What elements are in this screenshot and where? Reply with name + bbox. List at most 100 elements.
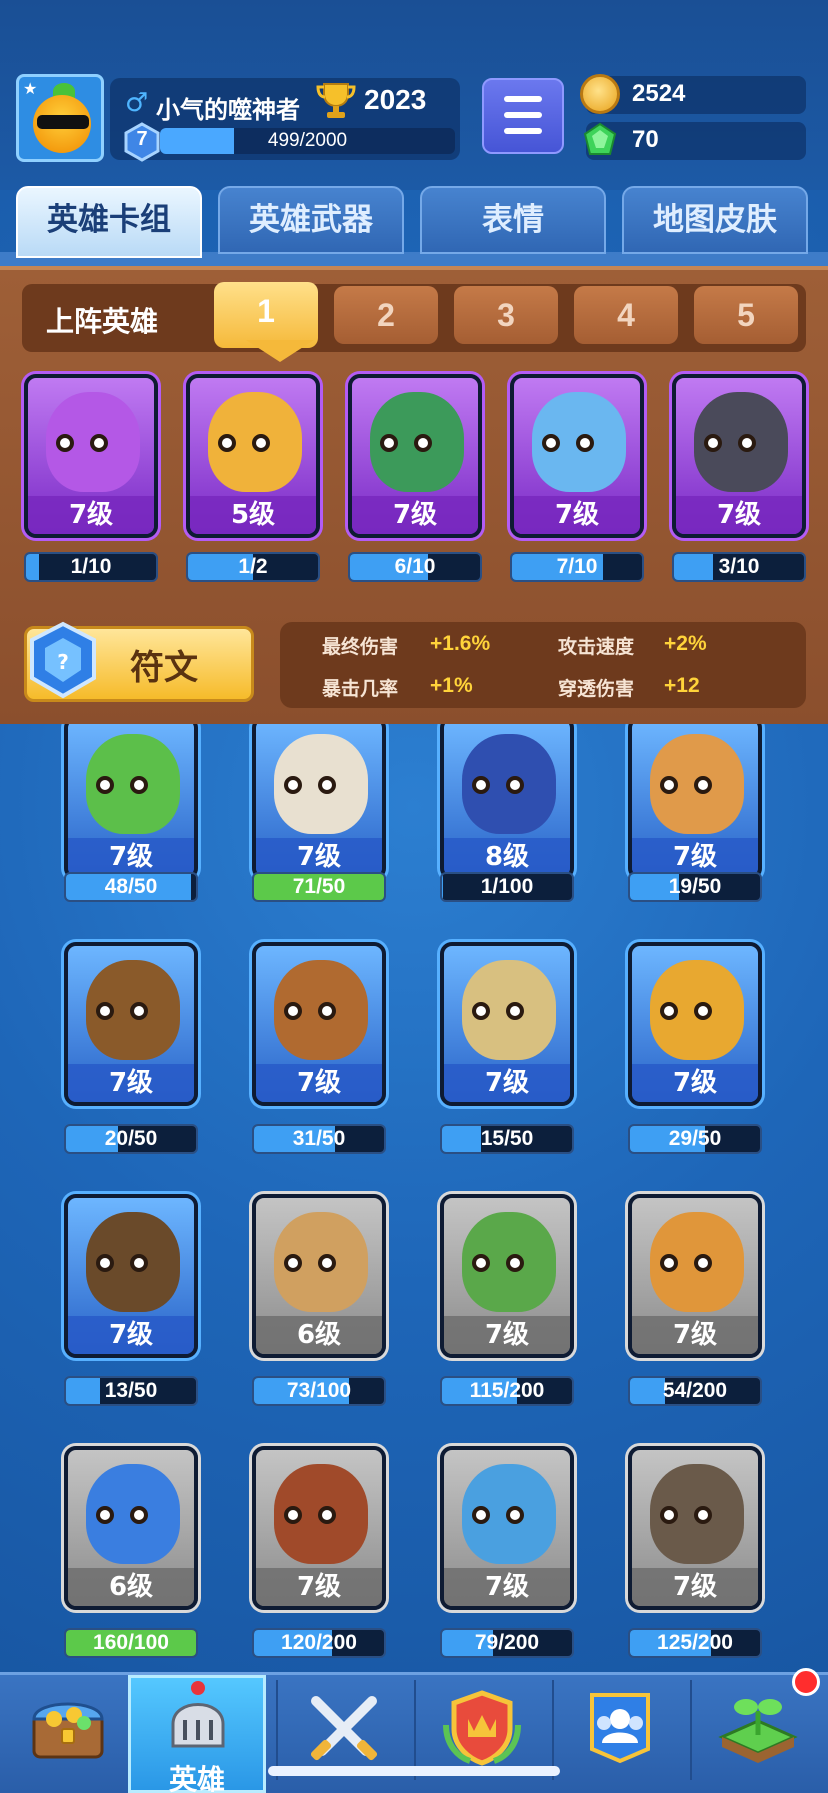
hero-eye xyxy=(90,434,108,452)
progress-text: 15/50 xyxy=(480,1127,534,1150)
hero-eye xyxy=(318,1254,336,1272)
hero-level: 8级 xyxy=(444,838,570,876)
notification-dot xyxy=(792,1668,820,1696)
tab-hero-deck[interactable]: 英雄卡组 xyxy=(16,186,202,258)
hero-card-progress: 29/50 xyxy=(628,1124,762,1154)
menu-line xyxy=(504,128,542,134)
hero-eye xyxy=(284,776,302,794)
hero-eye xyxy=(96,1254,114,1272)
hero-card[interactable]: 7级 xyxy=(348,374,482,538)
hero-eye xyxy=(252,434,270,452)
hero-card[interactable]: 7级 xyxy=(510,374,644,538)
hero-level: 7级 xyxy=(514,496,640,534)
hero-eye xyxy=(660,1254,678,1272)
hero-card[interactable]: 7级 xyxy=(440,1194,574,1358)
hero-eye xyxy=(96,1506,114,1524)
progress-text: 120/200 xyxy=(281,1631,357,1654)
hero-card-progress: 13/50 xyxy=(64,1376,198,1406)
progress-text: 6/10 xyxy=(394,555,436,578)
hero-card[interactable]: 7级 xyxy=(64,716,198,880)
xp-text: 499/2000 xyxy=(267,130,348,151)
hero-card-progress: 7/10 xyxy=(510,552,644,582)
hero-eye xyxy=(694,776,712,794)
hero-level: 7级 xyxy=(256,1568,382,1606)
hero-card-progress: 160/100 xyxy=(64,1628,198,1658)
hero-level: 7级 xyxy=(444,1316,570,1354)
lineup-slot-1[interactable]: 1 xyxy=(214,282,318,348)
trophy-icon xyxy=(316,83,356,118)
hero-level: 7级 xyxy=(444,1064,570,1102)
male-gender-icon: ♂ xyxy=(125,88,149,118)
lineup-slot-3[interactable]: 3 xyxy=(454,286,558,344)
friends-banner-icon xyxy=(590,1693,650,1764)
hero-card-progress: 73/100 xyxy=(252,1376,386,1406)
hero-card[interactable]: 7级 xyxy=(628,942,762,1106)
hero-card-progress: 1/100 xyxy=(440,872,574,902)
menu-line xyxy=(504,112,542,118)
hero-card[interactable]: 7级 xyxy=(252,1446,386,1610)
hero-card[interactable]: 7级 xyxy=(64,942,198,1106)
progress-text: 160/100 xyxy=(93,1631,169,1654)
hero-card[interactable]: 7级 xyxy=(252,942,386,1106)
hero-card[interactable]: 7级 xyxy=(24,374,158,538)
progress-text: 73/100 xyxy=(286,1379,352,1402)
stat-label: 最终伤害 xyxy=(322,636,399,658)
hero-card[interactable]: 6级 xyxy=(64,1446,198,1610)
hero-card[interactable]: 7级 xyxy=(252,716,386,880)
nav-heroes-label: 英雄 xyxy=(168,1763,225,1793)
player-level: 7 xyxy=(136,128,148,150)
gem-amount: 70 xyxy=(632,126,659,153)
progress-text: 48/50 xyxy=(104,875,158,898)
hero-card[interactable]: 7级 xyxy=(628,1446,762,1610)
hero-eye xyxy=(318,1506,336,1524)
trophy-count: 2023 xyxy=(364,84,427,115)
hero-card[interactable]: 7级 xyxy=(628,716,762,880)
progress-text: 54/200 xyxy=(662,1379,728,1402)
lineup-slot-2[interactable]: 2 xyxy=(334,286,438,344)
hero-card[interactable]: 8级 xyxy=(440,716,574,880)
hero-eye xyxy=(472,776,490,794)
green-gem-icon xyxy=(583,122,617,155)
tab-emotes[interactable]: 表情 xyxy=(420,186,606,254)
hero-eye xyxy=(318,776,336,794)
hero-level: 7级 xyxy=(256,838,382,876)
progress-text: 1/100 xyxy=(480,875,534,898)
hero-level: 7级 xyxy=(632,838,758,876)
nav-heroes[interactable]: 英雄 xyxy=(128,1675,266,1793)
progress-text: 13/50 xyxy=(104,1379,158,1402)
nav-friends[interactable] xyxy=(552,1675,690,1793)
tab-map-skins[interactable]: 地图皮肤 xyxy=(622,186,808,254)
hero-card-progress: 6/10 xyxy=(348,552,482,582)
gem-display[interactable] xyxy=(586,122,806,160)
lineup-slot-4[interactable]: 4 xyxy=(574,286,678,344)
menu-line xyxy=(504,96,542,102)
progress-text: 1/2 xyxy=(238,555,268,578)
hero-eye xyxy=(506,1254,524,1272)
rune-gem-icon: ? xyxy=(30,621,96,699)
crown-shield-icon xyxy=(443,1690,521,1766)
hero-card[interactable]: 7级 xyxy=(64,1194,198,1358)
nav-shop[interactable] xyxy=(0,1675,138,1793)
hero-card-progress: 15/50 xyxy=(440,1124,574,1154)
hero-eye xyxy=(472,1002,490,1020)
hero-card[interactable]: 6级 xyxy=(252,1194,386,1358)
home-indicator[interactable] xyxy=(268,1766,560,1776)
star-icon: ★ xyxy=(23,79,38,98)
progress-text: 3/10 xyxy=(718,555,760,578)
hero-card[interactable]: 7级 xyxy=(440,1446,574,1610)
hero-card[interactable]: 5级 xyxy=(186,374,320,538)
tab-hero-weapons[interactable]: 英雄武器 xyxy=(218,186,404,254)
hero-eye xyxy=(284,1002,302,1020)
hero-card[interactable]: 7级 xyxy=(628,1194,762,1358)
hero-level: 7级 xyxy=(632,1316,758,1354)
player-avatar[interactable]: ★ xyxy=(16,74,104,162)
hero-card[interactable]: 7级 xyxy=(440,942,574,1106)
hero-card[interactable]: 7级 xyxy=(672,374,806,538)
menu-button[interactable] xyxy=(482,78,564,154)
hero-eye xyxy=(738,434,756,452)
hero-card-progress: 115/200 xyxy=(440,1376,574,1406)
progress-text: 7/10 xyxy=(556,555,598,578)
stat-label: 暴击几率 xyxy=(322,678,399,700)
stat-value: +2% xyxy=(664,632,707,655)
lineup-slot-5[interactable]: 5 xyxy=(694,286,798,344)
